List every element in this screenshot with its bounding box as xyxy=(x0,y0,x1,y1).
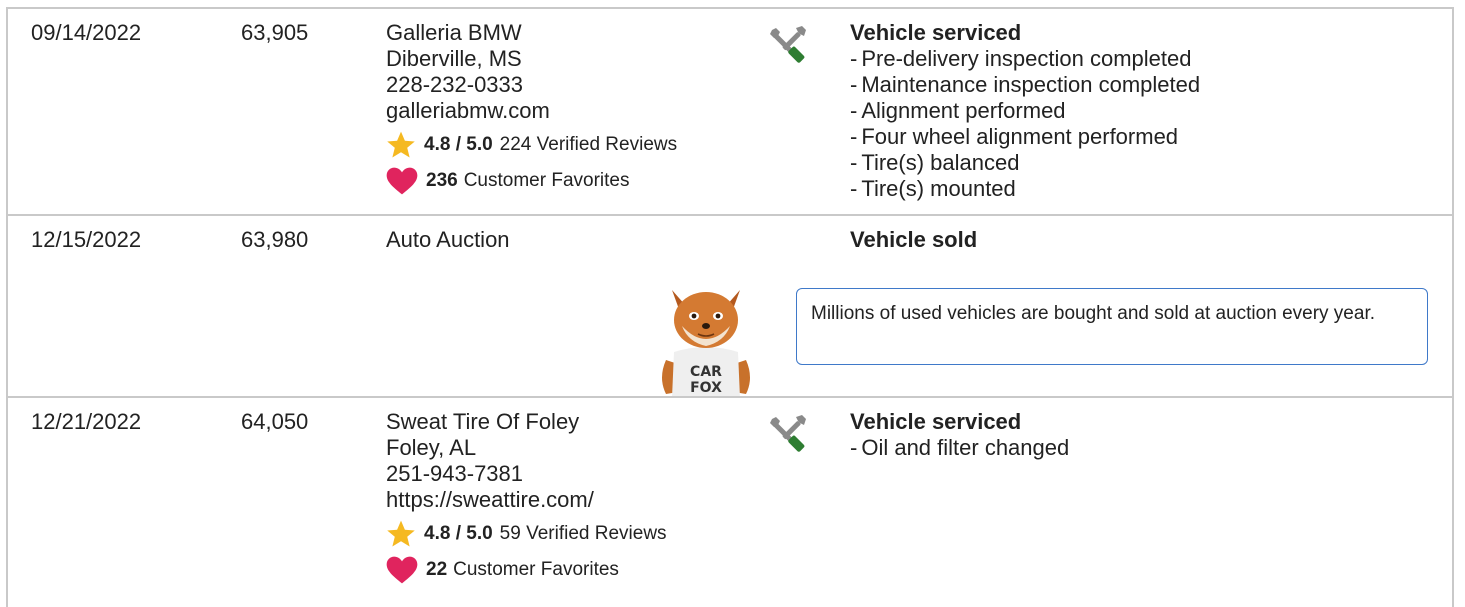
svg-text:CAR: CAR xyxy=(690,364,722,380)
source-phone[interactable]: 228-232-0333 xyxy=(386,72,677,98)
favorites-count: 236 xyxy=(426,170,458,191)
event-title: Vehicle sold xyxy=(850,227,978,252)
service-wrench-screwdriver-icon xyxy=(770,26,806,63)
star-icon xyxy=(387,131,415,158)
record-mileage: 64,050 xyxy=(241,409,309,434)
rating-value: 4.8 / 5.0 xyxy=(424,523,493,544)
source-name: Auto Auction xyxy=(386,227,510,252)
favorites-label: Customer Favorites xyxy=(453,559,619,580)
star-icon xyxy=(387,520,415,547)
record-mileage: 63,980 xyxy=(241,227,309,252)
history-record: 09/14/2022 63,905 Galleria BMW Dibervill… xyxy=(6,9,1454,214)
source-location: Foley, AL xyxy=(386,435,477,460)
event-title: Vehicle serviced xyxy=(850,20,1022,45)
auction-info-callout: Millions of used vehicles are bought and… xyxy=(796,288,1428,365)
history-record: 12/21/2022 64,050 Sweat Tire Of Foley Fo… xyxy=(6,396,1454,596)
record-date: 12/15/2022 xyxy=(31,227,142,252)
source-website-link[interactable]: galleriabmw.com xyxy=(386,98,677,124)
heart-icon xyxy=(386,167,418,195)
service-item: - Tire(s) mounted xyxy=(850,176,1016,201)
record-comments: Vehicle serviced - Pre-delivery inspectio… xyxy=(850,20,1200,202)
rating-value: 4.8 / 5.0 xyxy=(424,134,493,155)
carfox-mascot-icon: CAR FOX xyxy=(662,290,750,398)
service-item: - Oil and filter changed xyxy=(850,435,1070,460)
source-rating[interactable]: 4.8 / 5.0 59 Verified Reviews xyxy=(386,520,667,547)
record-comments: Vehicle sold xyxy=(850,227,977,253)
event-title: Vehicle serviced xyxy=(850,409,1022,434)
source-website-link[interactable]: https://sweattire.com/ xyxy=(386,487,667,513)
source-rating[interactable]: 4.8 / 5.0 224 Verified Reviews xyxy=(386,131,678,158)
heart-icon xyxy=(386,556,418,584)
history-record: 12/15/2022 63,980 Auto Auction Vehicle s… xyxy=(6,214,1454,398)
source-location: Diberville, MS xyxy=(386,46,522,71)
service-item: - Alignment performed xyxy=(850,98,1066,123)
service-item: - Maintenance inspection completed xyxy=(850,72,1201,97)
service-item: - Four wheel alignment performed xyxy=(850,124,1179,149)
source-name: Galleria BMW xyxy=(386,20,522,45)
svg-text:FOX: FOX xyxy=(690,380,722,396)
source-phone[interactable]: 251-943-7381 xyxy=(386,461,667,487)
reviews-count: 59 Verified Reviews xyxy=(499,523,667,544)
record-source: Galleria BMW Diberville, MS 228-232-0333… xyxy=(386,20,678,195)
source-favorites[interactable]: 22 Customer Favorites xyxy=(386,556,667,584)
record-source: Auto Auction xyxy=(386,227,510,253)
source-favorites[interactable]: 236 Customer Favorites xyxy=(386,167,677,195)
service-item: - Pre-delivery inspection completed xyxy=(850,46,1192,71)
record-comments: Vehicle serviced - Oil and filter changed xyxy=(850,409,1069,461)
source-name: Sweat Tire Of Foley xyxy=(386,409,580,434)
record-date: 09/14/2022 xyxy=(31,20,142,45)
service-wrench-screwdriver-icon xyxy=(770,415,806,452)
reviews-count: 224 Verified Reviews xyxy=(499,134,678,155)
service-item: - Tire(s) balanced xyxy=(850,150,1020,175)
favorites-count: 22 xyxy=(426,559,448,580)
record-source: Sweat Tire Of Foley Foley, AL 251-943-73… xyxy=(386,409,667,584)
record-date: 12/21/2022 xyxy=(31,409,142,434)
favorites-label: Customer Favorites xyxy=(463,170,630,191)
record-mileage: 63,905 xyxy=(241,20,309,45)
